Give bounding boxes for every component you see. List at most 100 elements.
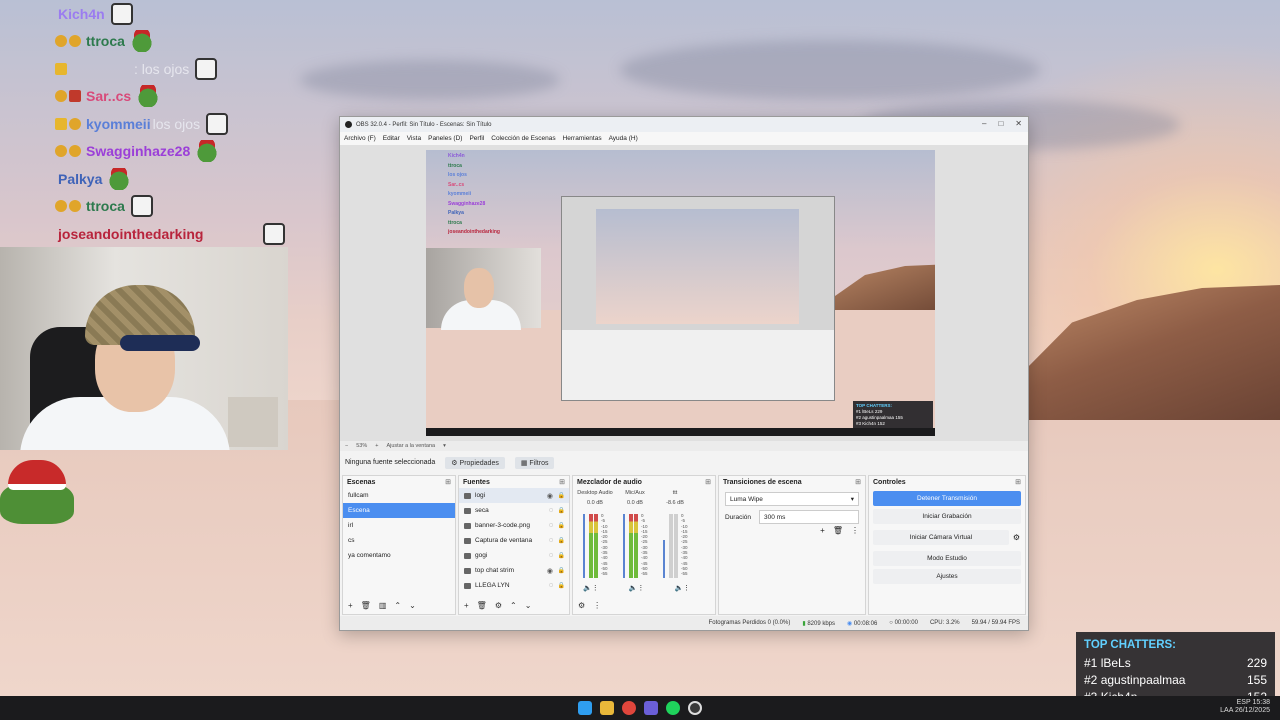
channel-db: 0.0 dB [587, 500, 603, 506]
minimize-icon[interactable]: – [982, 119, 986, 128]
filter-icon[interactable]: ▥ [379, 601, 387, 610]
source-item[interactable]: logi ◉ 🔒 [459, 488, 569, 503]
preview-chat-line: Kich4n [448, 153, 465, 159]
menu-vista[interactable]: Vista [407, 135, 421, 142]
source-item[interactable]: LLEGA LYN ◌ 🔒 [459, 578, 569, 593]
arrow-down-icon[interactable]: ⌄ [409, 601, 416, 610]
eye-hidden-icon[interactable]: ◌ [549, 582, 553, 589]
preview-area[interactable]: Kich4n ttroca los ojos Sar..cs kyommeii … [340, 145, 1028, 441]
zoom-out-icon[interactable]: − [345, 443, 348, 449]
add-icon[interactable]: + [348, 601, 353, 610]
add-icon[interactable]: + [464, 601, 469, 610]
chrome-icon[interactable] [622, 701, 636, 715]
zoom-in-icon[interactable]: + [375, 443, 378, 449]
file-explorer-icon[interactable] [600, 701, 614, 715]
eye-hidden-icon[interactable]: ◌ [549, 537, 553, 544]
db-tick: -40 [641, 555, 648, 561]
obs-window[interactable]: OBS 32.0.4 - Perfil: Sin Título - Escena… [339, 116, 1029, 631]
trash-icon[interactable]: 🗑 [361, 601, 371, 610]
add-icon[interactable]: + [820, 526, 825, 535]
tray-date-row: LAA 26/12/2025 [1220, 707, 1270, 715]
settings-button[interactable]: Ajustes [873, 569, 1021, 584]
obs-taskbar-icon[interactable] [688, 701, 702, 715]
obs-titlebar[interactable]: OBS 32.0.4 - Perfil: Sin Título - Escena… [340, 117, 1028, 132]
menu-ayuda[interactable]: Ayuda (H) [609, 135, 638, 142]
trash-icon[interactable]: 🗑 [833, 526, 843, 535]
lock-icon[interactable]: 🔒 [558, 567, 565, 574]
eye-hidden-icon[interactable]: ◌ [549, 522, 553, 529]
menu-herramientas[interactable]: Herramientas [563, 135, 602, 142]
trash-icon[interactable]: 🗑 [477, 601, 487, 610]
speaker-icon[interactable]: 🔈⋮ [583, 584, 599, 592]
start-virtual-camera-button[interactable]: Iniciar Cámara Virtual [873, 530, 1009, 545]
scenes-footer: + 🗑 ▥ ⌃ ⌄ [348, 601, 416, 610]
advanced-audio-icon[interactable]: ⚙ [578, 601, 585, 610]
menu-perfil[interactable]: Perfil [469, 135, 484, 142]
chat-message-text: los ojos [141, 60, 190, 77]
stream-preview[interactable]: Kich4n ttroca los ojos Sar..cs kyommeii … [426, 150, 935, 436]
volume-fader[interactable] [663, 540, 665, 578]
spotify-icon[interactable] [666, 701, 680, 715]
scene-item[interactable]: fullcam [343, 488, 455, 503]
lock-icon[interactable]: 🔒 [558, 507, 565, 514]
lock-icon[interactable]: 🔒 [558, 582, 565, 589]
lock-icon[interactable]: 🔒 [558, 522, 565, 529]
source-item[interactable]: banner-3-code.png ◌ 🔒 [459, 518, 569, 533]
start-recording-button[interactable]: Iniciar Grabación [873, 509, 1021, 524]
speaker-icon[interactable]: 🔈⋮ [629, 584, 645, 592]
menu-paneles[interactable]: Paneles (D) [428, 135, 462, 142]
fit-to-window-select[interactable]: Ajustar a la ventana [386, 443, 435, 449]
chat-overlay: Kich4n ttroca : los ojos Sar..cs kyommei… [55, 0, 305, 248]
volume-meter [669, 514, 673, 578]
dock-menu-icon[interactable]: ⊞ [445, 478, 451, 486]
lock-icon[interactable]: 🔒 [558, 492, 565, 499]
gear-icon[interactable]: ⚙ [495, 601, 502, 610]
scene-item[interactable]: cs [343, 533, 455, 548]
arrow-down-icon[interactable]: ⌄ [525, 601, 532, 610]
gear-icon[interactable]: ⚙ [1013, 533, 1020, 542]
dock-menu-icon[interactable]: ⊞ [855, 478, 861, 486]
eye-icon[interactable]: ◉ [547, 567, 553, 575]
source-item[interactable]: top chat strim ◉ 🔒 [459, 563, 569, 578]
arrow-up-icon[interactable]: ⌃ [394, 601, 401, 610]
dock-menu-icon[interactable]: ⊞ [559, 478, 565, 486]
eye-hidden-icon[interactable]: ◌ [549, 507, 553, 514]
studio-mode-button[interactable]: Modo Estudio [873, 551, 1021, 566]
dock-menu-icon[interactable]: ⊞ [1015, 478, 1021, 486]
filters-button[interactable]: ▦ Filtros [514, 456, 555, 469]
chatter-count: 229 [1246, 656, 1267, 670]
windows-start-icon[interactable] [578, 701, 592, 715]
transition-select[interactable]: Luma Wipe ▾ [725, 492, 859, 506]
source-item[interactable]: seca ◌ 🔒 [459, 503, 569, 518]
volume-fader[interactable] [623, 514, 625, 578]
scene-item[interactable]: irl [343, 518, 455, 533]
source-item[interactable]: Captura de ventana ◌ 🔒 [459, 533, 569, 548]
chat-username: Palkya [58, 170, 103, 187]
system-tray[interactable]: ESP 15:38 LAA 26/12/2025 [1220, 699, 1270, 715]
discord-icon[interactable] [644, 701, 658, 715]
duration-input[interactable]: 300 ms [759, 510, 859, 524]
dock-menu-icon[interactable]: ⊞ [705, 478, 711, 486]
eye-hidden-icon[interactable]: ◌ [549, 552, 553, 559]
close-icon[interactable]: ✕ [1015, 119, 1022, 128]
eye-icon[interactable]: ◉ [547, 492, 553, 500]
arrow-up-icon[interactable]: ⌃ [510, 601, 517, 610]
menu-editar[interactable]: Editar [383, 135, 400, 142]
more-icon[interactable]: ⋮ [593, 601, 601, 610]
scene-item-selected[interactable]: Escena [343, 503, 455, 518]
properties-button[interactable]: ⚙ Propiedades [445, 456, 505, 469]
volume-fader[interactable] [583, 514, 585, 578]
source-item[interactable]: gogi ◌ 🔒 [459, 548, 569, 563]
speaker-icon[interactable]: 🔈⋮ [674, 584, 690, 592]
chevron-down-icon[interactable]: ▾ [443, 443, 446, 449]
menu-coleccion-escenas[interactable]: Colección de Escenas [491, 135, 555, 142]
lock-icon[interactable]: 🔒 [558, 552, 565, 559]
menu-archivo[interactable]: Archivo (F) [344, 135, 376, 142]
stop-stream-button[interactable]: Detener Transmisión [873, 491, 1021, 506]
more-icon[interactable]: ⋮ [851, 526, 859, 535]
scene-item[interactable]: ya comentamo [343, 548, 455, 563]
lock-icon[interactable]: 🔒 [558, 537, 565, 544]
maximize-icon[interactable]: □ [998, 119, 1003, 128]
db-scale: 0 -5 -10 -15 -20 -25 -30 -35 -40 -45 -50 -55 [641, 513, 648, 577]
db-tick: -40 [681, 555, 688, 561]
